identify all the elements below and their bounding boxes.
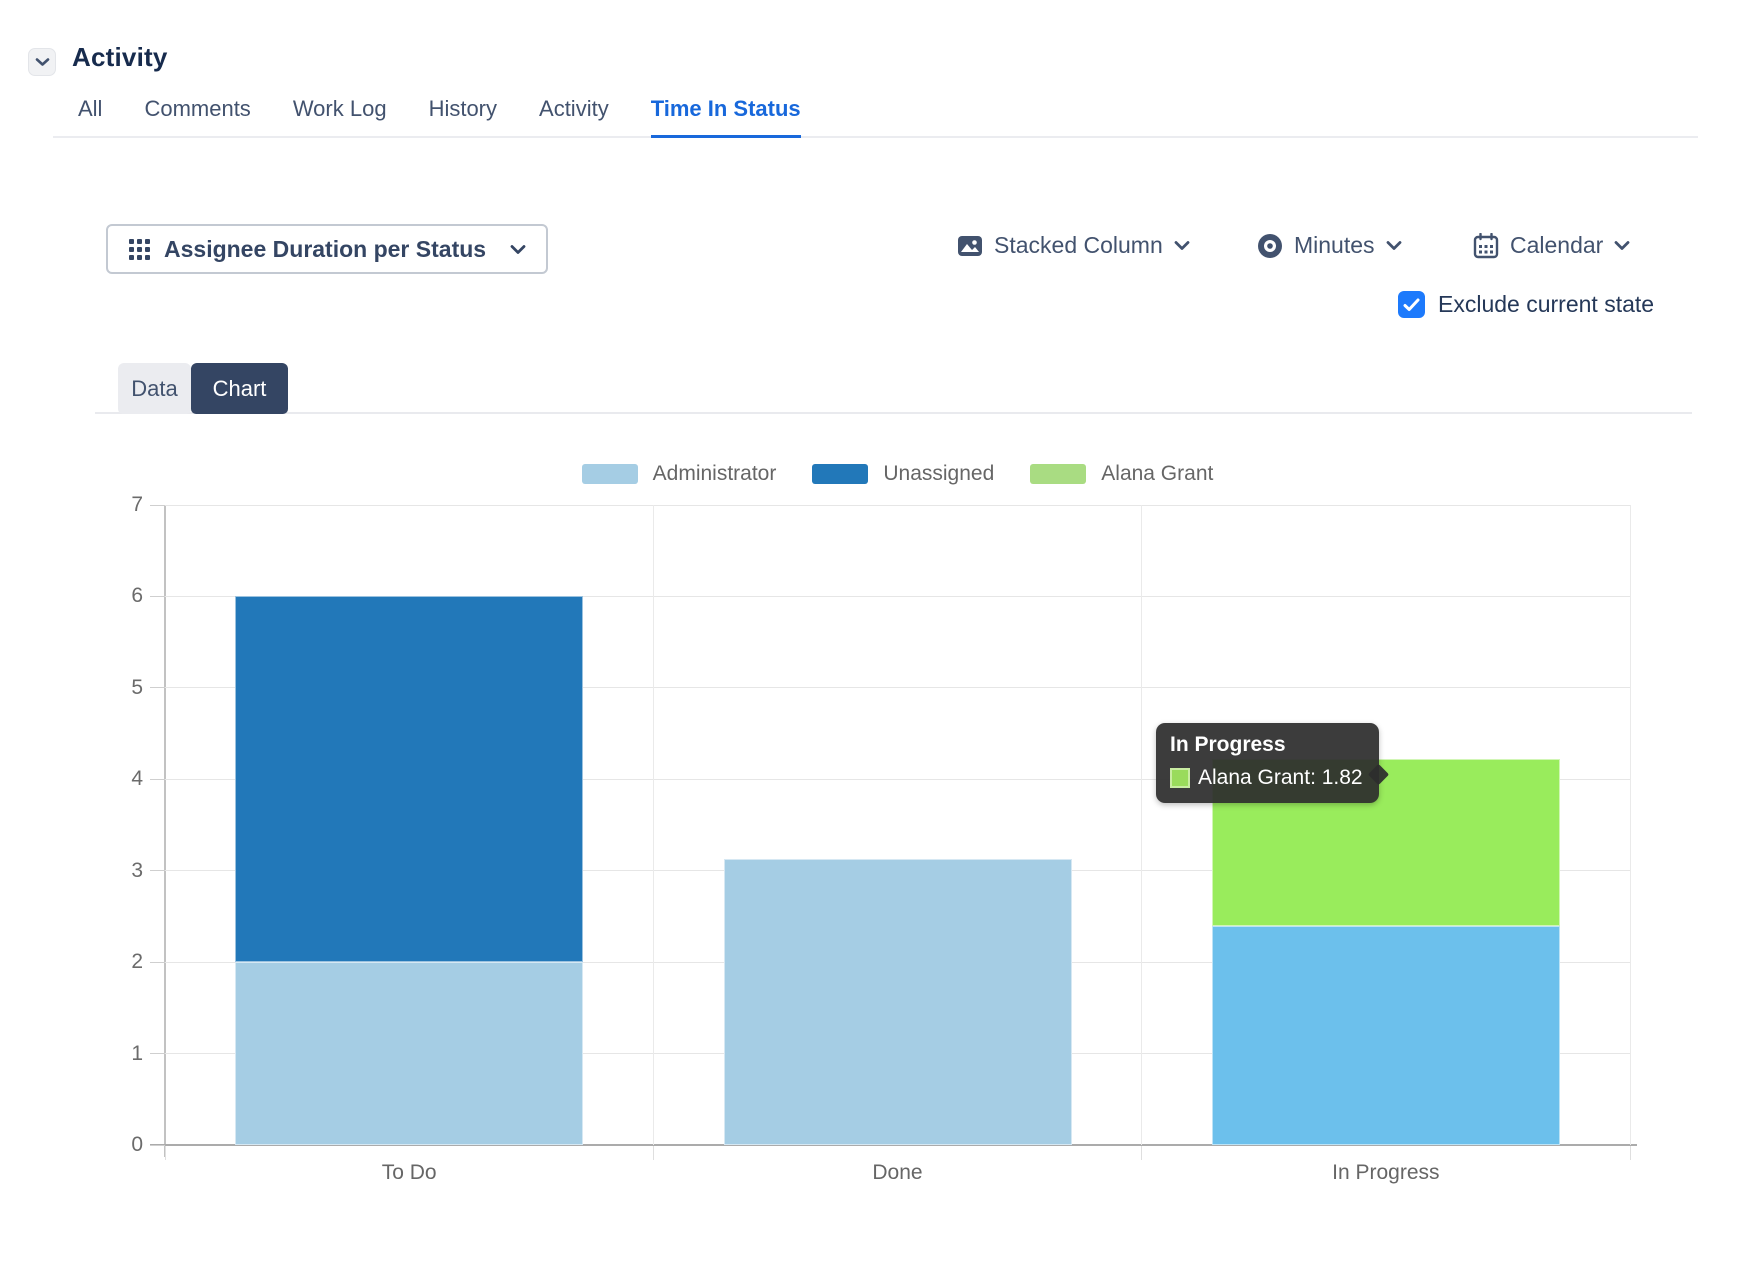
image-icon — [957, 233, 983, 259]
chevron-down-icon — [35, 57, 50, 67]
y-tick-0 — [150, 1145, 165, 1146]
page-title: Activity — [72, 42, 168, 73]
unit-dropdown[interactable]: Minutes — [1257, 232, 1402, 259]
chart-legend: Administrator Unassigned Alana Grant — [165, 462, 1630, 486]
legend-swatch-unassigned — [812, 464, 868, 484]
tab-time-in-status[interactable]: Time In Status — [651, 96, 801, 138]
y-tick-4 — [150, 779, 165, 780]
plot-area: In Progress Alana Grant: 1.82 01234567To… — [165, 505, 1630, 1145]
chevron-down-icon — [1174, 240, 1190, 251]
activity-tabs: All Comments Work Log History Activity Time I… — [53, 96, 1698, 138]
y-axis-label-6: 6 — [103, 584, 143, 608]
tab-data[interactable]: Data — [118, 363, 191, 414]
y-tick-7 — [150, 505, 165, 506]
legend-label-administrator: Administrator — [653, 462, 777, 486]
grid-icon — [128, 238, 151, 261]
calendar-icon — [1473, 233, 1499, 259]
x-axis-label-in-progress: In Progress — [1142, 1161, 1630, 1185]
x-tick-0 — [165, 1146, 166, 1160]
v-gridline-3 — [1630, 505, 1631, 1145]
checkbox-checked-icon[interactable] — [1398, 291, 1425, 318]
x-axis-label-to-do: To Do — [165, 1161, 653, 1185]
bar-in-progress-administrator[interactable] — [1212, 926, 1560, 1145]
bar-to-do-unassigned[interactable] — [235, 596, 583, 962]
chevron-down-icon — [1386, 240, 1402, 251]
legend-item-alana-grant[interactable]: Alana Grant — [1030, 462, 1213, 486]
activity-collapse-button[interactable] — [28, 48, 56, 76]
x-tick-3 — [1630, 1146, 1631, 1160]
view-selector-button[interactable]: Assignee Duration per Status — [106, 224, 548, 274]
y-axis-label-7: 7 — [103, 493, 143, 517]
v-gridline-2 — [1141, 505, 1142, 1145]
chevron-down-icon — [510, 244, 526, 255]
tab-work-log[interactable]: Work Log — [293, 96, 387, 138]
tab-comments[interactable]: Comments — [144, 96, 250, 138]
y-tick-2 — [150, 962, 165, 963]
x-tick-1 — [653, 1146, 654, 1160]
bar-done-administrator[interactable] — [724, 859, 1072, 1145]
legend-item-unassigned[interactable]: Unassigned — [812, 462, 994, 486]
tooltip-series-swatch — [1170, 768, 1190, 788]
time-in-status-panel: Activity All Comments Work Log History Activ… — [0, 0, 1740, 1288]
tab-history[interactable]: History — [429, 96, 497, 138]
y-axis-label-3: 3 — [103, 859, 143, 883]
chart-type-label: Stacked Column — [994, 232, 1163, 259]
legend-label-unassigned: Unassigned — [883, 462, 994, 486]
y-tick-3 — [150, 870, 165, 871]
tab-chart[interactable]: Chart — [191, 363, 288, 414]
chart-type-dropdown[interactable]: Stacked Column — [957, 232, 1190, 259]
h-gridline-7 — [165, 505, 1630, 506]
y-tick-5 — [150, 687, 165, 688]
tab-all[interactable]: All — [78, 96, 102, 138]
y-tick-1 — [150, 1053, 165, 1054]
y-axis-label-1: 1 — [103, 1042, 143, 1066]
exclude-current-state-toggle[interactable]: Exclude current state — [1398, 291, 1654, 318]
eye-icon — [1257, 233, 1283, 259]
legend-item-administrator[interactable]: Administrator — [582, 462, 777, 486]
y-axis-line — [164, 505, 166, 1157]
x-axis-label-done: Done — [653, 1161, 1141, 1185]
tooltip-value: Alana Grant: 1.82 — [1198, 766, 1363, 790]
chevron-down-icon — [1614, 240, 1630, 251]
x-tick-2 — [1141, 1146, 1142, 1160]
chart-tooltip: In Progress Alana Grant: 1.82 — [1156, 723, 1379, 803]
tab-activity[interactable]: Activity — [539, 96, 609, 138]
legend-label-alana-grant: Alana Grant — [1101, 462, 1213, 486]
data-chart-toggle: Data Chart — [118, 363, 288, 414]
view-selector-label: Assignee Duration per Status — [164, 236, 486, 263]
legend-swatch-alana-grant — [1030, 464, 1086, 484]
y-axis-label-2: 2 — [103, 950, 143, 974]
exclude-current-state-label: Exclude current state — [1438, 291, 1654, 318]
calendar-label: Calendar — [1510, 232, 1603, 259]
calendar-dropdown[interactable]: Calendar — [1473, 232, 1630, 259]
v-gridline-1 — [653, 505, 654, 1145]
y-axis-label-0: 0 — [103, 1133, 143, 1157]
toggle-divider — [95, 412, 1692, 414]
tooltip-title: In Progress — [1170, 733, 1363, 757]
bar-to-do-administrator[interactable] — [235, 962, 583, 1145]
unit-label: Minutes — [1294, 232, 1375, 259]
y-tick-6 — [150, 596, 165, 597]
legend-swatch-administrator — [582, 464, 638, 484]
y-axis-label-5: 5 — [103, 676, 143, 700]
y-axis-label-4: 4 — [103, 767, 143, 791]
